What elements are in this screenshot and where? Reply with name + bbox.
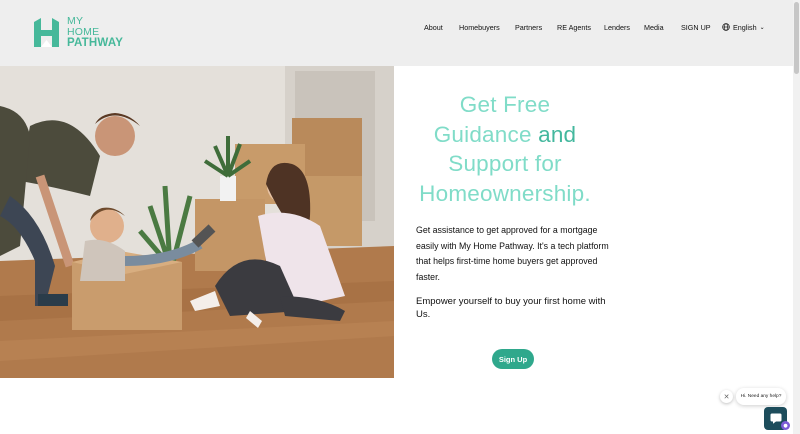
headline-line-3: Support for [448,151,562,176]
globe-icon [722,23,730,31]
site-header: MY HOME PATHWAY About Homebuyers Partner… [0,0,793,66]
headline-line-2a: Guidance [433,121,539,147]
nav-sign-up[interactable]: SIGN UP [681,23,711,32]
close-icon[interactable]: ✕ [720,390,733,403]
headline-line-2: Guidance and [400,120,610,150]
hero-headline: Get Free Guidance and Support for Homeow… [400,90,610,208]
headline-line-4: Homeownership. [419,180,591,206]
hero-empower-text: Empower yourself to buy your first home … [416,296,606,321]
nav-about[interactable]: About [424,23,443,32]
headline-line-2b: and [538,121,577,147]
nav-media[interactable]: Media [644,23,664,32]
language-label: English [733,22,757,32]
scrollbar-thumb[interactable] [794,2,799,74]
nav-partners[interactable]: Partners [515,23,542,32]
nav-re-agents[interactable]: RE Agents [557,23,591,32]
sign-up-button[interactable]: Sign Up [492,349,534,369]
house-logo-icon [32,16,61,49]
brand-wordmark: MY HOME PATHWAY [67,16,123,49]
headline-line-1: Get Free [459,92,551,117]
page-scrollbar[interactable] [793,0,800,434]
nav-lenders[interactable]: Lenders [604,23,630,32]
brand-logo[interactable]: MY HOME PATHWAY [32,16,123,49]
nav-homebuyers[interactable]: Homebuyers [459,23,500,32]
next-section-heading [215,428,455,434]
language-selector[interactable]: English ⌄ [722,23,765,32]
family-moving-photo [0,66,394,378]
hero-description: Get assistance to get approved for a mor… [416,225,609,282]
brand-line-3: PATHWAY [67,37,124,49]
chevron-down-icon: ⌄ [759,24,765,31]
notification-icon: ● [781,421,790,430]
chat-greeting-bubble[interactable]: Hi. Need any help? [736,388,786,405]
